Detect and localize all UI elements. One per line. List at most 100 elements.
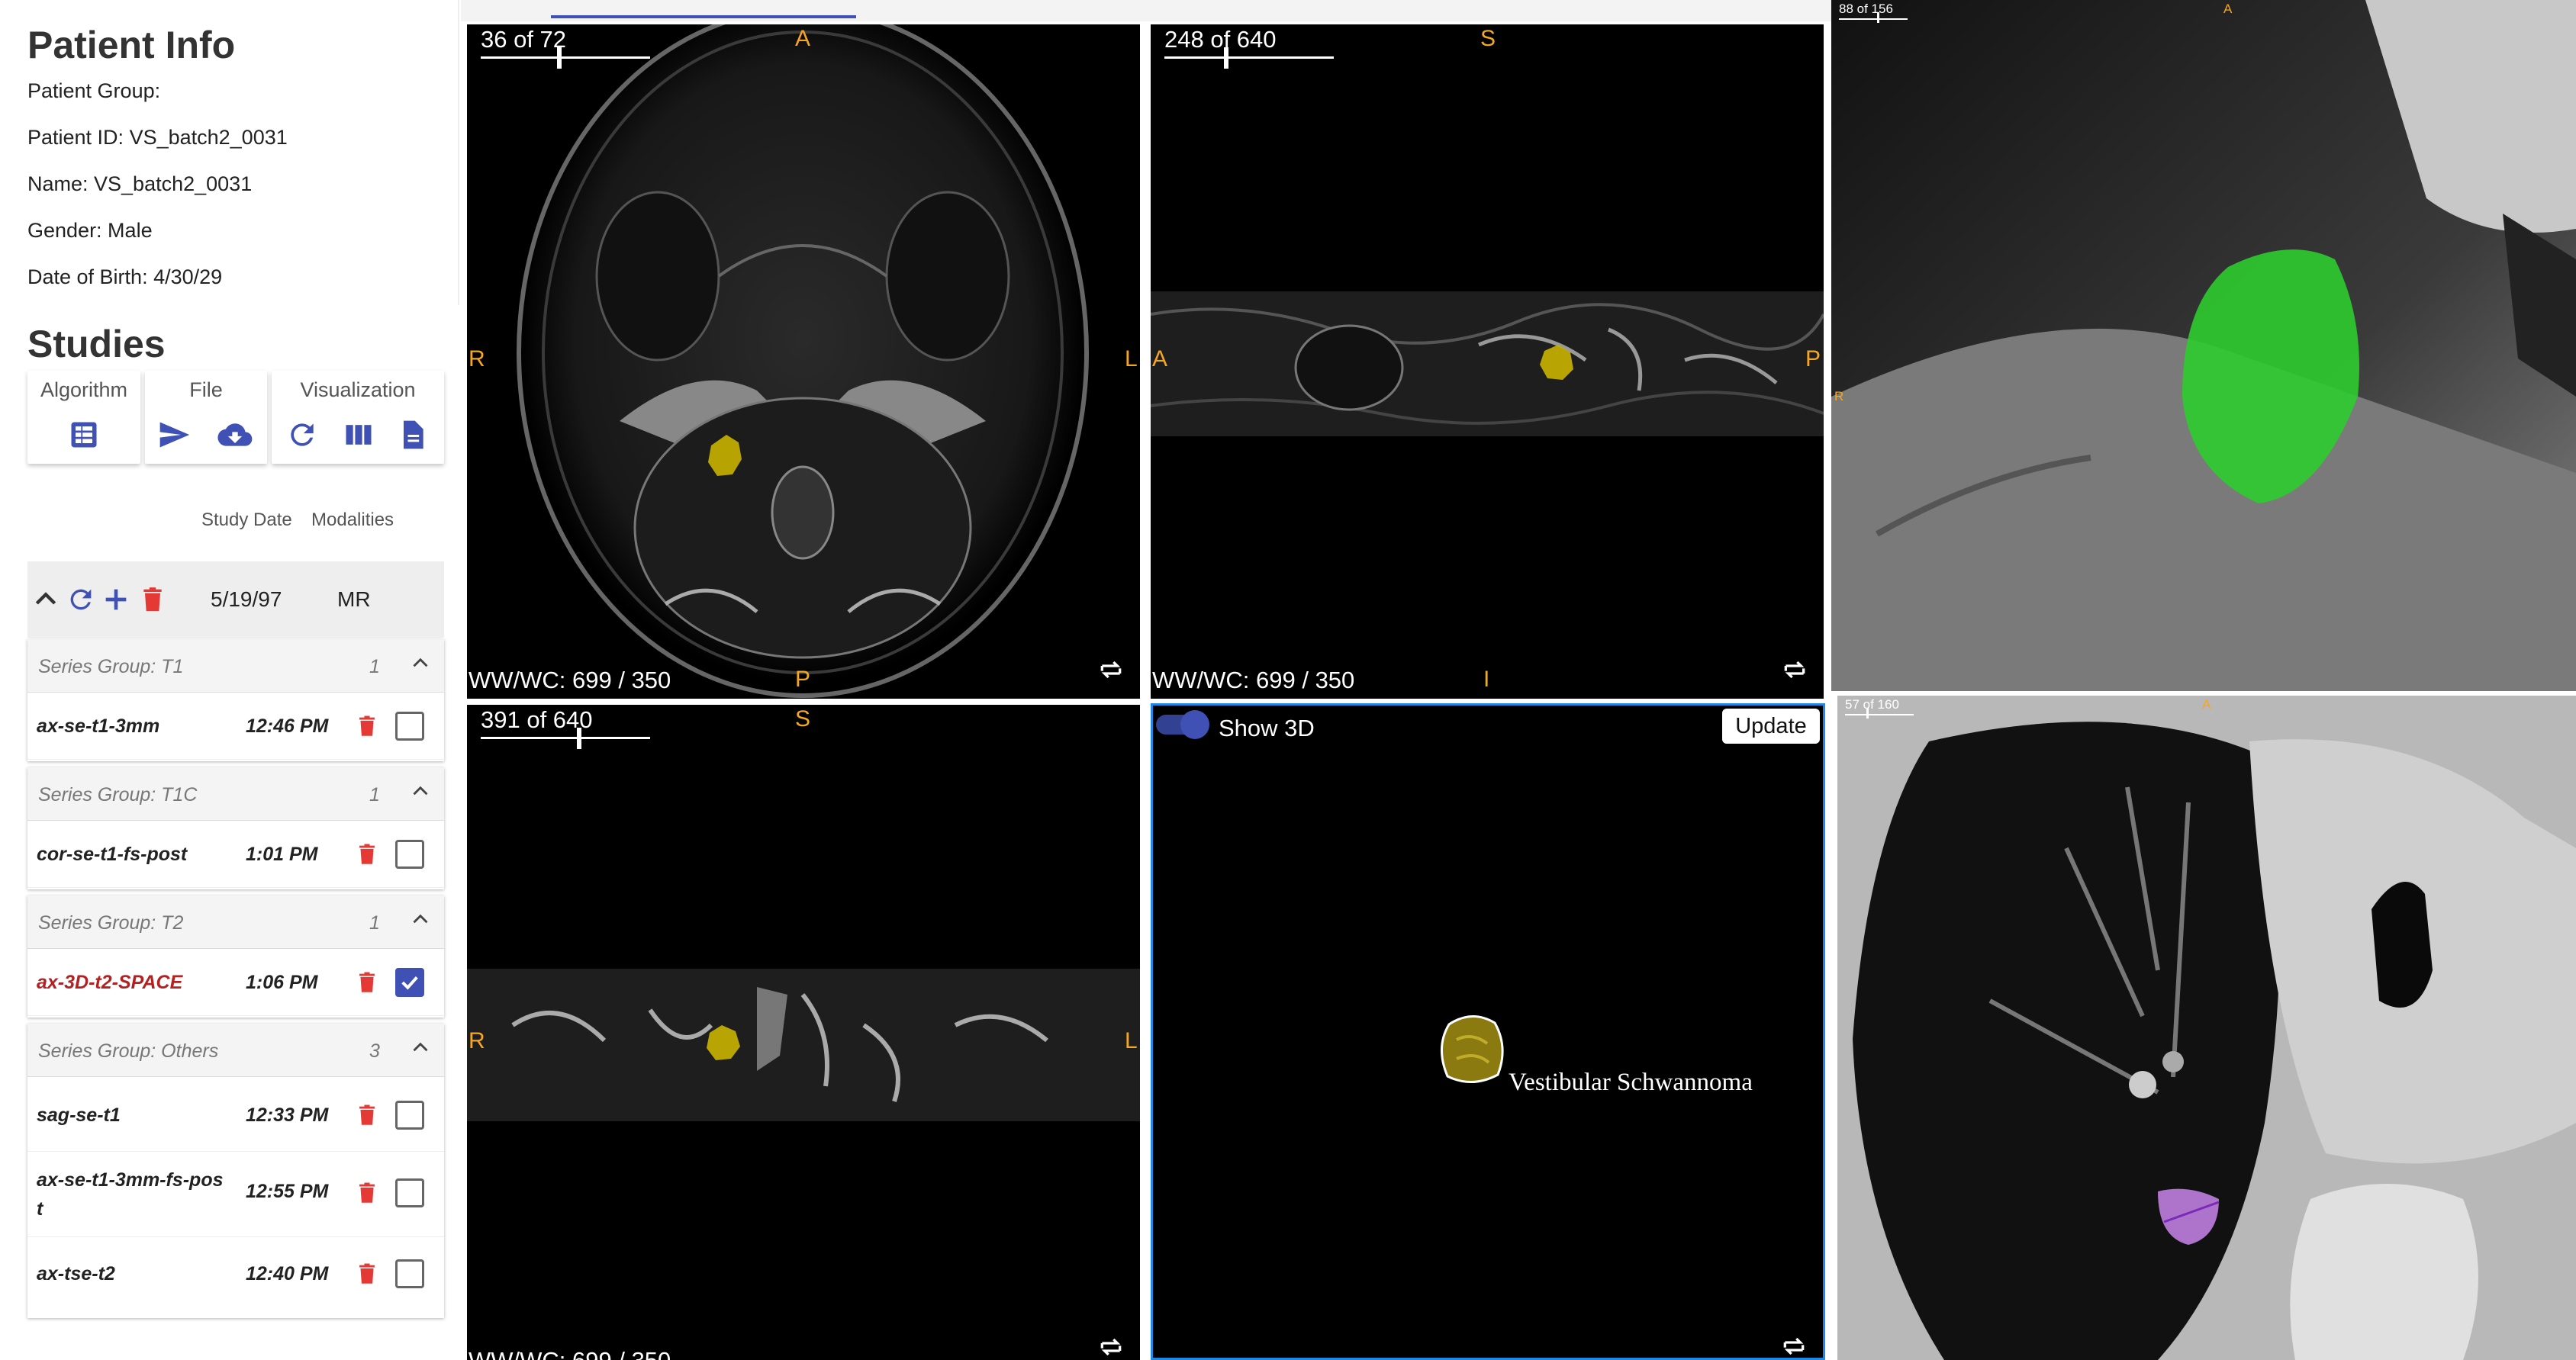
series-time: 12:40 PM bbox=[246, 1263, 329, 1284]
series-item[interactable]: ax-tse-t2 12:40 PM bbox=[27, 1237, 444, 1317]
study-modality: MR bbox=[337, 587, 371, 611]
mesh-label: Vestibular Schwannoma bbox=[1509, 1069, 1753, 1096]
trash-icon[interactable] bbox=[354, 1259, 380, 1289]
visualization-toolbar: Visualization bbox=[272, 371, 444, 464]
ct-zoom-viewport[interactable]: 88 of 156 A R bbox=[1831, 0, 2576, 691]
series-group-label: Series Group: T1C bbox=[38, 784, 198, 805]
slice-slider-handle[interactable] bbox=[577, 728, 581, 749]
coronal-viewport[interactable]: 391 of 640 S R L WW/WC: 699 / 350 bbox=[467, 705, 1140, 1360]
trash-icon[interactable] bbox=[354, 1178, 380, 1208]
tumor-mesh bbox=[1440, 1015, 1504, 1084]
slice-slider-handle[interactable] bbox=[557, 47, 562, 69]
refresh-icon[interactable] bbox=[66, 583, 96, 616]
series-group-label: Series Group: T1 bbox=[38, 656, 184, 677]
ct-lung-viewport[interactable]: 57 of 160 A bbox=[1837, 696, 2576, 1360]
series-checkbox[interactable] bbox=[395, 840, 424, 869]
slice-indicator: 57 of 160 bbox=[1845, 697, 1899, 712]
patient-name-label: Name: VS_batch2_0031 bbox=[27, 172, 253, 195]
slice-slider[interactable] bbox=[1164, 56, 1334, 59]
swap-icon[interactable] bbox=[1779, 654, 1810, 685]
study-date-column[interactable]: Study Date bbox=[201, 510, 292, 531]
slice-slider[interactable] bbox=[481, 737, 650, 739]
slice-slider[interactable] bbox=[1845, 714, 1914, 715]
sidebar-divider bbox=[458, 0, 459, 305]
trash-icon[interactable] bbox=[354, 1100, 380, 1130]
table-icon[interactable] bbox=[66, 418, 102, 452]
series-name: cor-se-t1-fs-post bbox=[37, 844, 188, 865]
series-checkbox[interactable] bbox=[395, 1101, 424, 1130]
series-item[interactable]: ax-se-t1-3mm 12:46 PM bbox=[27, 693, 444, 760]
trash-icon[interactable] bbox=[354, 839, 380, 870]
active-tab-indicator[interactable] bbox=[551, 15, 856, 18]
series-checkbox[interactable] bbox=[395, 712, 424, 741]
series-name: ax-3D-t2-SPACE bbox=[37, 972, 183, 993]
series-checkbox-checked[interactable] bbox=[395, 968, 424, 997]
update-button[interactable]: Update bbox=[1722, 709, 1820, 744]
chevron-up-icon[interactable] bbox=[31, 583, 61, 616]
swap-icon[interactable] bbox=[1096, 1332, 1126, 1360]
slice-slider[interactable] bbox=[481, 56, 650, 59]
series-group-t1: Series Group: T1 1 ax-se-t1-3mm 12:46 PM bbox=[27, 639, 444, 761]
slice-indicator: 36 of 72 bbox=[481, 26, 567, 53]
series-group-t2: Series Group: T2 1 ax-3D-t2-SPACE 1:06 P… bbox=[27, 895, 444, 1018]
sagittal-viewport[interactable]: 248 of 640 S A P I WW/WC: 699 / 350 bbox=[1151, 24, 1824, 699]
document-icon[interactable] bbox=[394, 418, 430, 452]
series-group-t1c: Series Group: T1C 1 cor-se-t1-fs-post 1:… bbox=[27, 767, 444, 889]
orientation-top: S bbox=[795, 706, 811, 731]
series-item[interactable]: sag-se-t1 12:33 PM bbox=[27, 1077, 444, 1152]
orientation-top: A bbox=[795, 26, 811, 51]
series-item-selected[interactable]: ax-3D-t2-SPACE 1:06 PM bbox=[27, 949, 444, 1016]
modalities-column[interactable]: Modalities bbox=[311, 510, 394, 531]
series-time: 1:06 PM bbox=[246, 972, 318, 993]
cloud-download-icon[interactable] bbox=[217, 418, 253, 452]
trash-icon[interactable] bbox=[137, 583, 168, 616]
check-icon bbox=[401, 976, 418, 990]
chevron-up-icon[interactable] bbox=[407, 906, 433, 932]
series-name: ax-se-t1-3mm bbox=[37, 715, 160, 737]
slice-slider-handle[interactable] bbox=[1877, 12, 1879, 23]
axial-viewport[interactable]: 36 of 72 A R L P WW/WC: 699 / 350 bbox=[467, 24, 1140, 699]
swap-icon[interactable] bbox=[1779, 1331, 1809, 1360]
study-row[interactable]: 5/19/97 MR bbox=[27, 561, 444, 638]
slice-indicator: 391 of 640 bbox=[481, 706, 593, 733]
window-level-readout: WW/WC: 699 / 350 bbox=[1152, 667, 1355, 693]
patient-sidebar: Patient Info Patient Group: Patient ID: … bbox=[0, 0, 461, 1360]
add-icon[interactable] bbox=[101, 583, 131, 616]
chevron-up-icon[interactable] bbox=[407, 650, 433, 676]
refresh-icon[interactable] bbox=[284, 418, 320, 452]
series-group-header[interactable]: Series Group: T1C 1 bbox=[27, 767, 444, 821]
send-icon[interactable] bbox=[156, 418, 192, 452]
slice-slider-handle[interactable] bbox=[1866, 708, 1869, 719]
show-3d-label: Show 3D bbox=[1219, 715, 1315, 741]
series-checkbox[interactable] bbox=[395, 1178, 424, 1207]
viewer-tab-bar bbox=[461, 0, 1831, 21]
slice-indicator: 88 of 156 bbox=[1839, 2, 1893, 16]
series-group-header[interactable]: Series Group: T1 1 bbox=[27, 639, 444, 693]
series-name: ax-tse-t2 bbox=[37, 1263, 115, 1284]
series-group-label: Series Group: T2 bbox=[38, 912, 184, 934]
slice-slider-handle[interactable] bbox=[1224, 47, 1228, 69]
series-item[interactable]: cor-se-t1-fs-post 1:01 PM bbox=[27, 821, 444, 888]
chevron-up-icon[interactable] bbox=[407, 1034, 433, 1060]
trash-icon[interactable] bbox=[354, 967, 380, 998]
orientation-left: R bbox=[469, 1028, 485, 1053]
trash-icon[interactable] bbox=[354, 711, 380, 741]
series-checkbox[interactable] bbox=[395, 1259, 424, 1288]
series-item[interactable]: ax-se-t1-3mm-fs-pos t 12:55 PM bbox=[27, 1152, 444, 1237]
series-time: 12:46 PM bbox=[246, 715, 329, 737]
swap-icon[interactable] bbox=[1096, 654, 1126, 685]
slice-slider[interactable] bbox=[1839, 18, 1908, 20]
chevron-up-icon[interactable] bbox=[407, 778, 433, 804]
orientation-bottom: I bbox=[1483, 667, 1490, 692]
slice-indicator: 248 of 640 bbox=[1164, 26, 1277, 53]
file-toolbar: File bbox=[145, 371, 267, 464]
series-group-header[interactable]: Series Group: T2 1 bbox=[27, 895, 444, 949]
series-group-count: 1 bbox=[369, 656, 380, 677]
window-level-readout: WW/WC: 699 / 350 bbox=[469, 1347, 671, 1360]
algorithm-label: Algorithm bbox=[40, 378, 128, 401]
ct-zoom-image bbox=[1831, 0, 2576, 691]
show-3d-toggle[interactable] bbox=[1156, 710, 1209, 739]
render-3d-viewport[interactable]: Show 3D Update Vestibular Schwannoma bbox=[1151, 703, 1825, 1360]
columns-icon[interactable] bbox=[340, 418, 377, 452]
series-group-header[interactable]: Series Group: Others 3 bbox=[27, 1024, 444, 1077]
